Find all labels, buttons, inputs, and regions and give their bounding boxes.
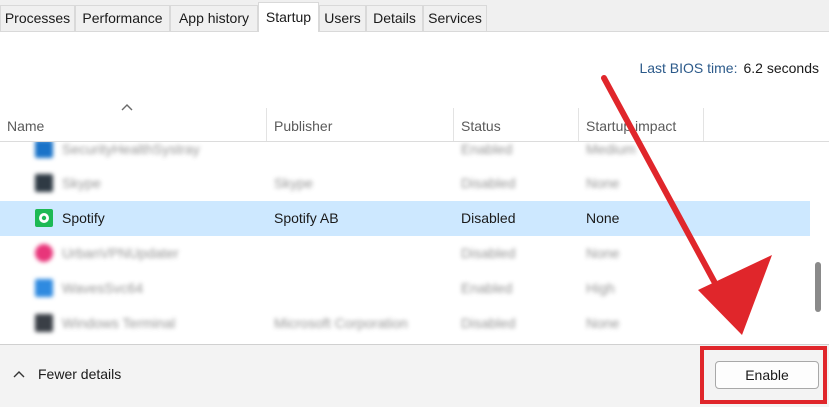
terminal-icon: [35, 314, 53, 332]
row-name: WavesSvc64: [62, 280, 144, 296]
tab-performance[interactable]: Performance: [75, 5, 170, 31]
table-row[interactable]: Windows Terminal Microsoft Corporation D…: [0, 306, 810, 341]
row-impact: Medium: [586, 142, 636, 157]
tab-processes[interactable]: Processes: [0, 5, 75, 31]
row-status: Disabled: [461, 245, 516, 261]
tab-bar: Processes Performance App history Startu…: [0, 0, 829, 32]
tab-services[interactable]: Services: [423, 5, 487, 31]
row-status: Enabled: [461, 280, 513, 296]
row-impact: None: [586, 315, 620, 331]
fewer-details-label: Fewer details: [38, 366, 122, 382]
tab-app-history[interactable]: App history: [170, 5, 258, 31]
startup-app-list: SecurityHealthSystray Enabled Medium Sky…: [0, 142, 810, 344]
vertical-scrollbar[interactable]: [812, 142, 829, 344]
column-header-status-label: Status: [461, 118, 501, 134]
row-publisher: Microsoft Corporation: [274, 315, 408, 331]
table-row[interactable]: SecurityHealthSystray Enabled Medium: [0, 142, 810, 167]
row-name: Spotify: [62, 210, 105, 226]
row-status: Disabled: [461, 315, 516, 331]
chevron-up-icon: [13, 371, 25, 378]
row-name: UrbanVPNUpdater: [62, 245, 179, 261]
bios-time: Last BIOS time: 6.2 seconds: [639, 60, 819, 76]
row-status: Enabled: [461, 142, 513, 157]
skype-icon: [35, 174, 53, 192]
column-header-name-label: Name: [7, 118, 45, 134]
row-name: Windows Terminal: [62, 315, 176, 331]
column-header-name[interactable]: Name: [0, 108, 267, 142]
row-impact: High: [586, 280, 615, 296]
tab-details[interactable]: Details: [366, 5, 423, 31]
tab-users[interactable]: Users: [319, 5, 366, 31]
row-publisher: Skype: [274, 175, 313, 191]
row-impact: None: [586, 175, 620, 191]
column-header-publisher-label: Publisher: [274, 118, 333, 134]
row-impact: None: [586, 245, 620, 261]
annotation-highlight-box: [700, 346, 827, 404]
scrollbar-thumb[interactable]: [815, 262, 821, 312]
row-status: Disabled: [461, 210, 516, 226]
bios-time-label: Last BIOS time:: [639, 60, 738, 76]
bios-time-value: 6.2 seconds: [743, 60, 820, 76]
shield-app-icon: [35, 142, 53, 158]
row-status: Disabled: [461, 175, 516, 191]
row-publisher: Spotify AB: [274, 210, 339, 226]
vpn-icon: [35, 244, 53, 262]
table-row-selected[interactable]: Spotify Spotify AB Disabled None: [0, 201, 810, 236]
column-header-startup-impact-label: Startup impact: [586, 118, 677, 134]
tab-startup[interactable]: Startup: [258, 2, 319, 32]
table-row[interactable]: WavesSvc64 Enabled High: [0, 271, 810, 306]
table-row[interactable]: Skype Skype Disabled None: [0, 166, 810, 201]
row-name: Skype: [62, 175, 101, 191]
column-header-status[interactable]: Status: [454, 108, 579, 142]
column-header-startup-impact[interactable]: Startup impact: [579, 108, 704, 142]
fewer-details-toggle[interactable]: Fewer details: [12, 366, 121, 382]
row-name: SecurityHealthSystray: [62, 142, 200, 157]
spotify-icon: [35, 209, 53, 227]
row-impact: None: [586, 210, 620, 226]
waves-icon: [35, 279, 53, 297]
table-row[interactable]: UrbanVPNUpdater Disabled None: [0, 236, 810, 271]
column-header-publisher[interactable]: Publisher: [267, 108, 454, 142]
